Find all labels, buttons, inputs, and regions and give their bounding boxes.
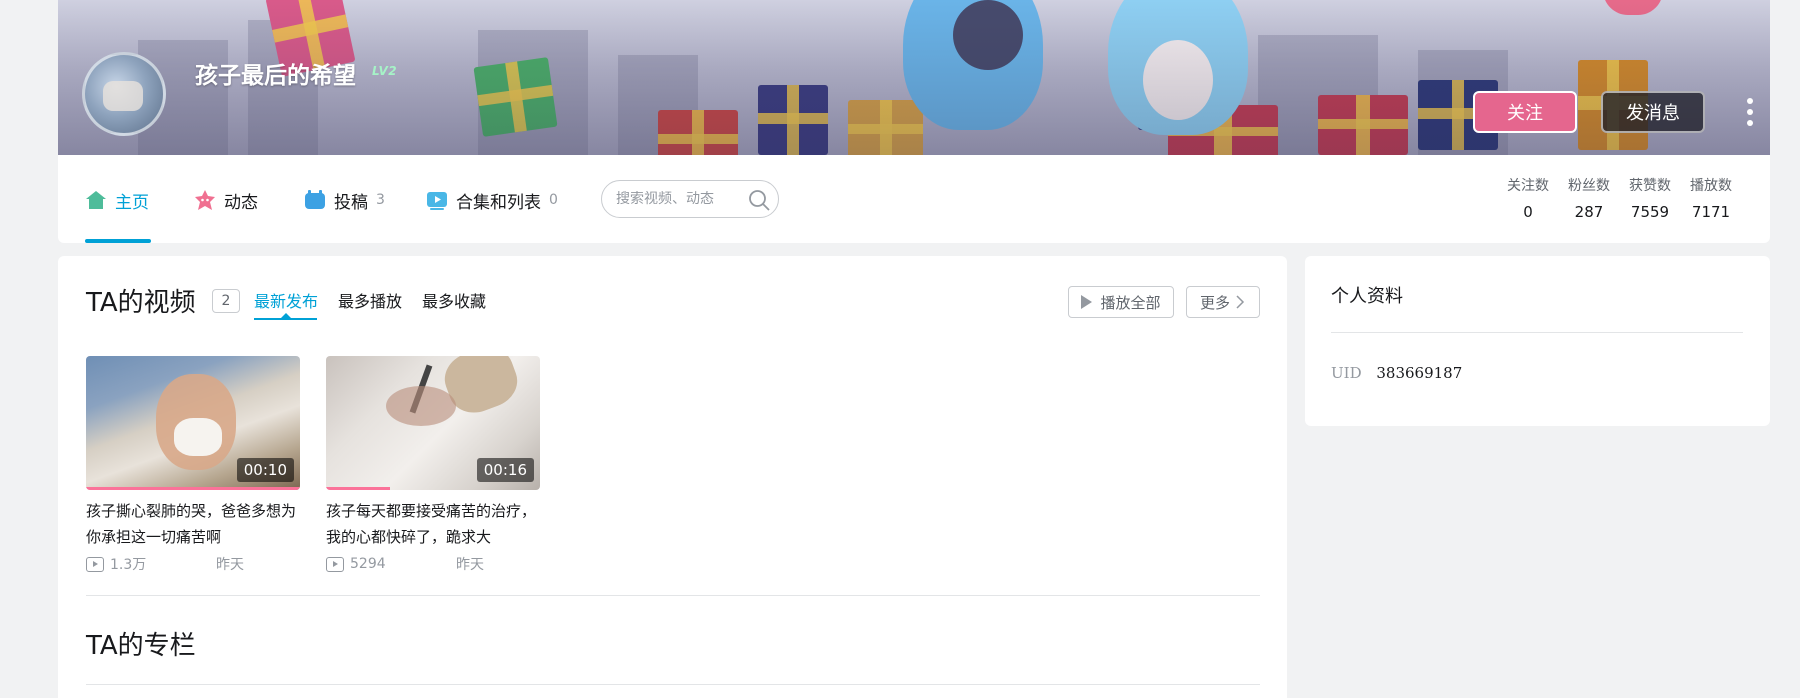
dynamic-icon bbox=[194, 189, 216, 211]
video-thumbnail[interactable]: 00:16 bbox=[326, 356, 540, 490]
sort-most-played[interactable]: 最多播放 bbox=[338, 288, 402, 312]
uid-label: UID bbox=[1331, 364, 1362, 382]
video-count-badge: 2 bbox=[212, 289, 240, 313]
search-input[interactable] bbox=[616, 191, 740, 207]
more-videos-label: 更多 bbox=[1199, 293, 1230, 312]
collection-icon bbox=[426, 189, 448, 211]
play-all-button[interactable]: 播放全部 bbox=[1068, 286, 1174, 318]
stat-plays: 播放数 7171 bbox=[1681, 175, 1741, 221]
video-date: 昨天 bbox=[216, 557, 244, 573]
profile-nav-bar: 主页 动态 投稿 3 合集和列表 0 关注数 0 粉丝数 287 获赞数 bbox=[58, 155, 1770, 243]
stat-following-value: 0 bbox=[1523, 203, 1533, 221]
watch-progress bbox=[86, 487, 300, 490]
stat-plays-label: 播放数 bbox=[1690, 178, 1732, 194]
section-divider bbox=[86, 684, 1260, 685]
tab-dynamic[interactable]: 动态 bbox=[194, 185, 258, 215]
stat-followers-label: 粉丝数 bbox=[1568, 178, 1610, 194]
video-duration: 00:16 bbox=[476, 458, 534, 482]
uid-value: 383669187 bbox=[1376, 364, 1463, 382]
stat-followers[interactable]: 粉丝数 287 bbox=[1559, 175, 1619, 221]
watch-progress bbox=[326, 487, 391, 490]
video-duration: 00:10 bbox=[236, 458, 294, 482]
username: 孩子最后的希望 bbox=[195, 63, 356, 89]
tab-dynamic-label: 动态 bbox=[224, 192, 258, 213]
column-section-title[interactable]: TA的专栏 bbox=[86, 625, 196, 662]
stat-following-label: 关注数 bbox=[1507, 178, 1549, 194]
tab-uploads-count: 3 bbox=[376, 192, 385, 208]
videos-section-title[interactable]: TA的视频 bbox=[86, 282, 196, 319]
tab-uploads[interactable]: 投稿 3 bbox=[304, 185, 385, 215]
video-title[interactable]: 孩子每天都要接受痛苦的治疗，我的心都快碎了，跪求大 bbox=[326, 498, 540, 550]
search-icon[interactable] bbox=[748, 189, 770, 211]
level-badge: LV2 bbox=[372, 64, 398, 78]
stat-likes-value: 7559 bbox=[1630, 203, 1670, 221]
more-options-icon[interactable] bbox=[1742, 98, 1758, 126]
upload-icon bbox=[304, 189, 326, 211]
video-date: 昨天 bbox=[456, 557, 484, 573]
play-count-icon bbox=[326, 556, 344, 572]
tab-collections-label: 合集和列表 bbox=[456, 192, 541, 213]
message-button[interactable]: 发消息 bbox=[1601, 91, 1705, 133]
tab-collections-count: 0 bbox=[549, 192, 558, 208]
video-card[interactable]: 00:16 孩子每天都要接受痛苦的治疗，我的心都快碎了，跪求大 5294 昨天 bbox=[326, 356, 540, 574]
tab-uploads-label: 投稿 bbox=[334, 192, 368, 213]
video-play-count: 1.3万 bbox=[110, 557, 147, 573]
more-videos-button[interactable]: 更多 bbox=[1186, 286, 1260, 318]
active-tab-indicator bbox=[85, 239, 151, 243]
profile-info-card: 个人资料 UID 383669187 bbox=[1305, 256, 1770, 426]
sort-latest[interactable]: 最新发布 bbox=[254, 288, 318, 312]
tab-home-label: 主页 bbox=[115, 192, 149, 213]
play-count-icon bbox=[86, 556, 104, 572]
uid-row: UID 383669187 bbox=[1331, 364, 1462, 382]
stat-plays-value: 7171 bbox=[1691, 203, 1731, 221]
profile-info-divider bbox=[1331, 332, 1743, 333]
user-avatar[interactable] bbox=[82, 52, 166, 136]
section-divider bbox=[86, 595, 1260, 596]
video-meta: 1.3万 昨天 bbox=[86, 554, 300, 574]
stat-likes: 获赞数 7559 bbox=[1620, 175, 1680, 221]
video-play-count: 5294 bbox=[350, 556, 386, 572]
chevron-right-icon bbox=[1236, 295, 1245, 309]
tab-home[interactable]: 主页 bbox=[85, 185, 149, 215]
profile-search[interactable] bbox=[601, 180, 779, 218]
play-all-label: 播放全部 bbox=[1100, 293, 1161, 312]
video-thumbnail[interactable]: 00:10 bbox=[86, 356, 300, 490]
video-meta: 5294 昨天 bbox=[326, 554, 540, 574]
stat-following[interactable]: 关注数 0 bbox=[1498, 175, 1558, 221]
videos-card: TA的视频 2 最新发布 最多播放 最多收藏 播放全部 更多 00:10 孩子撕… bbox=[58, 256, 1287, 698]
sort-active-underline bbox=[254, 318, 317, 320]
sort-active-arrow bbox=[281, 313, 291, 318]
profile-info-title: 个人资料 bbox=[1331, 286, 1403, 307]
stat-followers-value: 287 bbox=[1574, 203, 1604, 221]
sort-most-favorited[interactable]: 最多收藏 bbox=[422, 288, 486, 312]
play-icon bbox=[1081, 295, 1093, 309]
video-title[interactable]: 孩子撕心裂肺的哭，爸爸多想为你承担这一切痛苦啊 bbox=[86, 498, 300, 550]
video-card[interactable]: 00:10 孩子撕心裂肺的哭，爸爸多想为你承担这一切痛苦啊 1.3万 昨天 bbox=[86, 356, 300, 574]
follow-button[interactable]: 关注 bbox=[1473, 91, 1577, 133]
tab-collections[interactable]: 合集和列表 0 bbox=[426, 185, 558, 215]
home-icon bbox=[85, 189, 107, 211]
stat-likes-label: 获赞数 bbox=[1629, 178, 1671, 194]
